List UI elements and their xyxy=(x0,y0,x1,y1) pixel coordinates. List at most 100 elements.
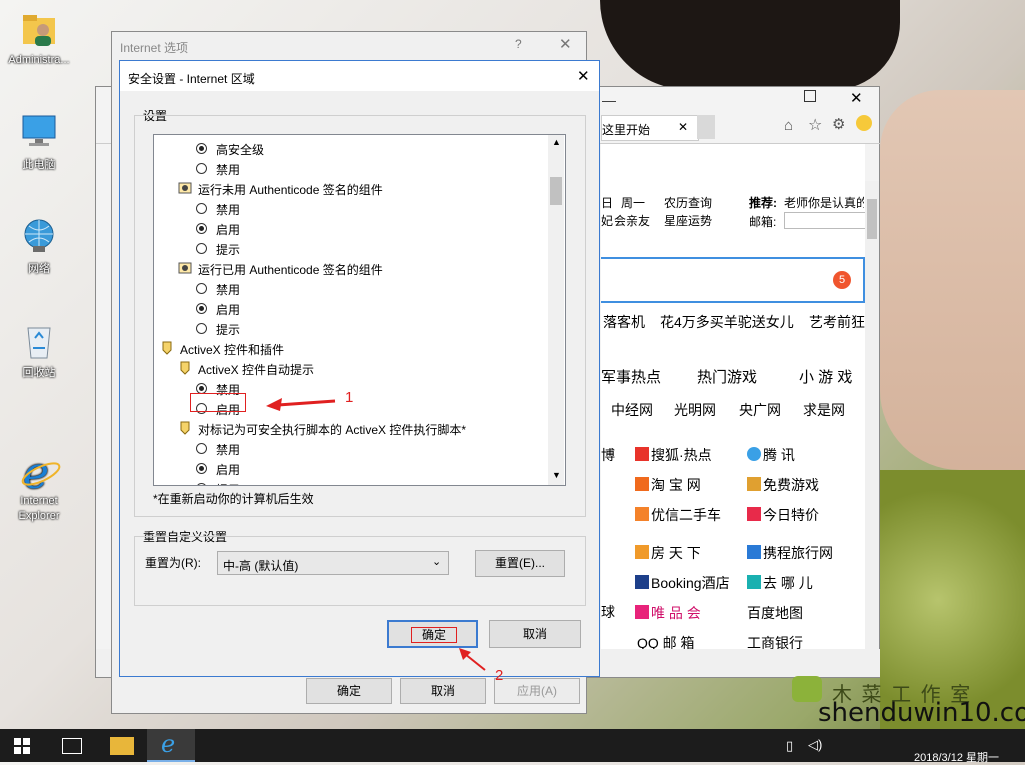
site-link[interactable]: 百度地图 xyxy=(747,603,803,623)
site-link[interactable]: 今日特价 xyxy=(763,505,819,525)
radio-checked[interactable] xyxy=(196,303,207,314)
desktop-icon-recycle-bin[interactable]: 回收站 xyxy=(4,320,74,380)
setting-label: 启用 xyxy=(216,303,241,317)
tab-mini-games[interactable]: 小 游 戏 xyxy=(799,366,852,387)
browser-scrollbar[interactable] xyxy=(865,181,879,649)
file-explorer-icon[interactable] xyxy=(110,737,134,755)
computer-icon xyxy=(19,112,59,152)
minimize-icon[interactable]: — xyxy=(602,92,616,108)
desktop-icon-label: 网络 xyxy=(28,263,50,275)
radio-unchecked[interactable] xyxy=(196,243,207,254)
radio-checked[interactable] xyxy=(196,143,207,154)
news-link[interactable]: 求是网 xyxy=(803,400,845,420)
setting-option[interactable]: 高安全级 xyxy=(154,139,544,159)
meet-friends-link[interactable]: 会亲友 xyxy=(614,212,650,229)
news-link[interactable]: 中经网 xyxy=(611,400,653,420)
tab-hot-games[interactable]: 热门游戏 xyxy=(697,366,757,387)
tree-scrollbar[interactable]: ▲ ▼ xyxy=(548,135,564,485)
lunar-calendar-link[interactable]: 农历查询 xyxy=(664,194,712,211)
setting-label: 提示 xyxy=(216,481,240,485)
calendar-weekday[interactable]: 周一 xyxy=(621,194,645,211)
scroll-down-icon[interactable]: ▼ xyxy=(552,470,561,480)
horoscope-link[interactable]: 星座运势 xyxy=(664,212,712,229)
desktop-icon-this-pc[interactable]: 此电脑 xyxy=(4,112,74,172)
help-button[interactable]: ? xyxy=(515,37,522,51)
news-ticker-item[interactable]: 落客机 xyxy=(603,312,645,332)
reset-level-select[interactable]: 中-高 (默认值) ⌄ xyxy=(217,551,449,575)
news-link[interactable]: 光明网 xyxy=(674,400,716,420)
radio-unchecked[interactable] xyxy=(196,203,207,214)
new-tab-button[interactable] xyxy=(697,115,715,139)
search-box[interactable]: 5 xyxy=(601,257,865,303)
tray-usb-icon[interactable]: ▯ xyxy=(786,738,793,754)
setting-option[interactable]: 提示 xyxy=(154,319,544,339)
apply-button[interactable]: 应用(A) xyxy=(494,678,580,704)
tray-volume-icon[interactable]: ◁) xyxy=(808,737,822,753)
radio-unchecked[interactable] xyxy=(196,283,207,294)
windows-start-icon[interactable] xyxy=(14,738,30,754)
desktop-icon-internet-explorer[interactable]: e Internet Explorer xyxy=(4,420,74,524)
ok-button[interactable]: 确定 xyxy=(306,678,392,704)
site-link[interactable]: 携程旅行网 xyxy=(763,543,833,563)
mail-input[interactable] xyxy=(784,212,866,229)
setting-option[interactable]: 提示 xyxy=(154,479,544,485)
taskbar-ie-button[interactable]: e xyxy=(147,729,195,762)
setting-option[interactable]: 禁用 xyxy=(154,159,544,179)
settings-tree[interactable]: 高安全级 禁用 运行未用 Authenticode 签名的组件 禁用 启用 提示 运行已用 … xyxy=(153,134,566,486)
maximize-icon[interactable] xyxy=(804,90,816,102)
site-link[interactable]: Booking酒店 xyxy=(651,573,730,593)
scrollbar-thumb[interactable] xyxy=(867,199,877,239)
recommend-link[interactable]: 老师你是认真的 xyxy=(784,194,864,211)
news-ticker-item[interactable]: 花4万多买羊驼送女儿 xyxy=(660,312,794,332)
setting-option[interactable]: 禁用 xyxy=(154,199,544,219)
radio-checked[interactable] xyxy=(196,223,207,234)
radio-unchecked[interactable] xyxy=(196,163,207,174)
tab-home[interactable]: 这里开始 ✕ xyxy=(601,115,699,141)
setting-option[interactable]: 启用 xyxy=(154,299,544,319)
setting-option[interactable]: 提示 xyxy=(154,239,544,259)
close-icon[interactable]: ✕ xyxy=(850,89,863,107)
close-icon[interactable]: ✕ xyxy=(577,67,590,85)
setting-option[interactable]: 启用 xyxy=(154,219,544,239)
shield-icon xyxy=(160,341,174,355)
cancel-button[interactable]: 取消 xyxy=(489,620,581,648)
site-link[interactable]: 搜狐·热点 xyxy=(651,445,712,465)
site-link[interactable]: 淘 宝 网 xyxy=(651,475,701,495)
home-icon[interactable]: ⌂ xyxy=(784,117,793,134)
favorites-star-icon[interactable]: ☆ xyxy=(808,115,822,135)
scrollbar-thumb[interactable] xyxy=(550,177,562,205)
smiley-feedback-icon[interactable] xyxy=(856,115,872,131)
setting-option[interactable]: 启用 xyxy=(154,459,544,479)
radio-unchecked[interactable] xyxy=(196,443,207,454)
reset-button[interactable]: 重置(E)... xyxy=(475,550,565,577)
desktop-icon-administrator[interactable]: Administra... xyxy=(4,10,74,66)
task-view-icon[interactable] xyxy=(62,738,82,754)
cancel-button[interactable]: 取消 xyxy=(400,678,486,704)
radio-unchecked[interactable] xyxy=(196,483,207,485)
setting-label: 运行已用 Authenticode 签名的组件 xyxy=(198,263,383,277)
tab-military[interactable]: 军事热点 xyxy=(601,366,661,387)
ok-button[interactable]: 确定 xyxy=(387,620,478,648)
taskbar-clock[interactable]: 2018/3/12 星期一 xyxy=(914,749,999,765)
setting-option[interactable]: 禁用 xyxy=(154,279,544,299)
setting-group: 对标记为可安全执行脚本的 ActiveX 控件执行脚本* xyxy=(154,419,544,439)
site-link[interactable]: 去 哪 儿 xyxy=(763,573,813,593)
text-partial: 妃 xyxy=(601,214,614,228)
site-link[interactable]: 腾 讯 xyxy=(763,445,795,465)
site-link[interactable]: 免费游戏 xyxy=(763,475,819,495)
setting-option[interactable]: 禁用 xyxy=(154,439,544,459)
shield-icon xyxy=(178,421,192,435)
gear-icon[interactable]: ⚙ xyxy=(832,115,845,133)
radio-checked[interactable] xyxy=(196,463,207,474)
news-link[interactable]: 央广网 xyxy=(739,400,781,420)
desktop-icon-network[interactable]: 网络 xyxy=(4,216,74,276)
site-link[interactable]: 优信二手车 xyxy=(651,505,721,525)
tab-close-icon[interactable]: ✕ xyxy=(678,120,688,134)
scroll-up-icon[interactable]: ▲ xyxy=(552,137,561,147)
radio-unchecked[interactable] xyxy=(196,323,207,334)
calendar-day[interactable]: 日 xyxy=(601,194,613,211)
site-link[interactable]: 唯 品 会 xyxy=(651,603,701,623)
news-ticker-item[interactable]: 艺考前狂 xyxy=(809,312,865,332)
site-link[interactable]: 房 天 下 xyxy=(651,543,701,563)
close-icon[interactable]: ✕ xyxy=(559,35,572,53)
